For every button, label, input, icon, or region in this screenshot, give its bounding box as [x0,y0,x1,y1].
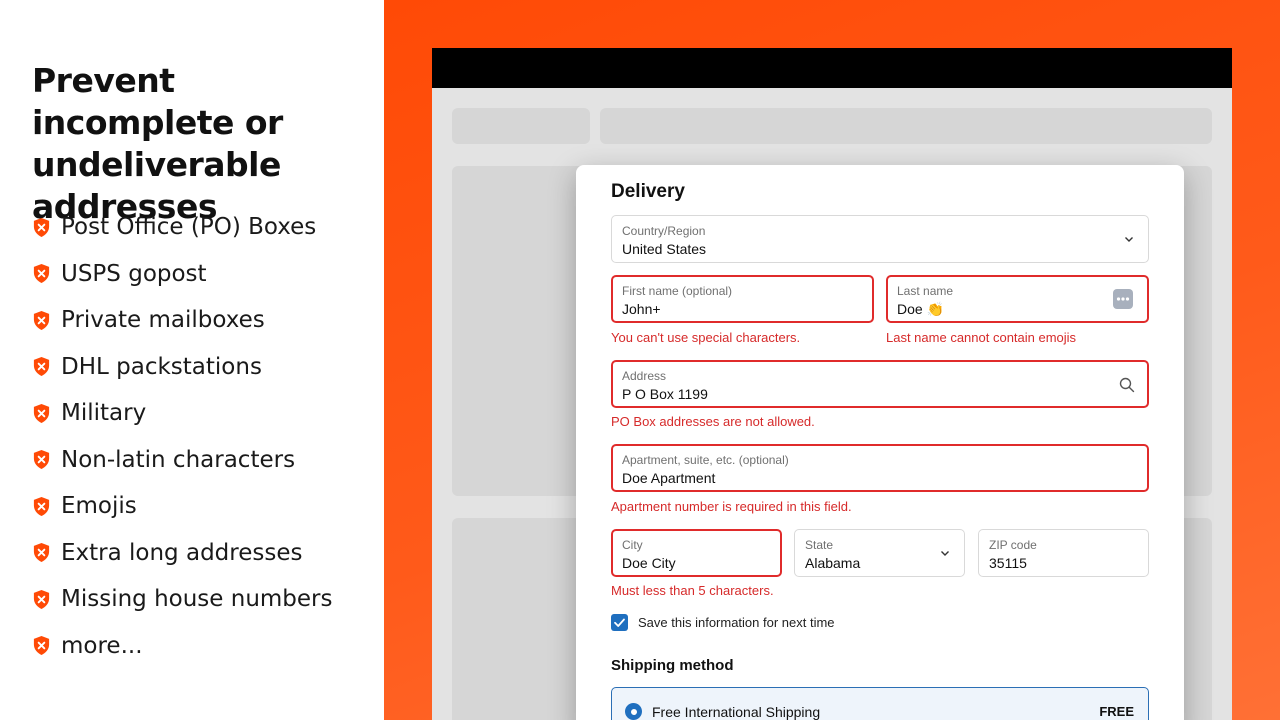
shield-x-icon [33,310,50,330]
shipping-option-name: Free International Shipping [652,704,821,720]
delivery-modal: Delivery Country/Region United States Fi… [576,165,1184,720]
feature-label: Missing house numbers [61,586,333,613]
first-name-value: John+ [622,301,661,317]
feature-item: Non-latin characters [32,437,333,484]
feature-item: DHL packstations [32,344,333,391]
city-error: Must less than 5 characters. [611,583,774,598]
apartment-field[interactable]: Apartment, suite, etc. (optional) Doe Ap… [611,444,1149,492]
feature-label: Military [61,400,147,427]
state-select[interactable]: State Alabama [794,529,965,577]
feature-label: USPS gopost [61,260,207,287]
feature-item: Emojis [32,483,333,530]
shield-x-icon [33,217,50,237]
feature-item: Private mailboxes [32,297,333,344]
first-name-field[interactable]: First name (optional) John+ [611,275,874,323]
feature-label: Emojis [61,493,137,520]
feature-label: DHL packstations [61,353,262,380]
feature-label: Non-latin characters [61,446,296,473]
shipping-method-title: Shipping method [611,657,734,674]
address-field[interactable]: Address P O Box 1199 [611,360,1149,408]
shield-x-icon [33,264,50,284]
feature-label: more... [61,632,143,659]
right-panel: Delivery Country/Region United States Fi… [384,0,1280,720]
country-label: Country/Region [622,224,706,238]
delivery-title: Delivery [611,181,685,202]
zip-field[interactable]: ZIP code 35115 [978,529,1149,577]
search-icon[interactable] [1119,377,1135,393]
address-error: PO Box addresses are not allowed. [611,414,815,429]
state-value: Alabama [805,555,861,571]
shield-x-icon [33,543,50,563]
apartment-value: Doe Apartment [622,470,716,486]
country-value: United States [622,241,707,257]
apartment-label: Apartment, suite, etc. (optional) [622,453,789,467]
country-select[interactable]: Country/Region United States [611,215,1149,263]
address-value: P O Box 1199 [622,386,708,402]
state-label: State [805,538,834,552]
feature-item: Missing house numbers [32,576,333,623]
shipping-option-price: FREE [1099,704,1134,719]
feature-label: Extra long addresses [61,539,303,566]
feature-label: Private mailboxes [61,307,265,334]
last-name-field[interactable]: Last name Doe 👏 [886,275,1149,323]
first-name-error: You can't use special characters. [611,330,801,345]
zip-label: ZIP code [989,538,1037,552]
headline: Prevent incomplete or undeliverable addr… [32,61,283,226]
city-label: City [622,538,643,552]
last-name-label: Last name [897,284,954,298]
last-name-error: Last name cannot contain emojis [886,330,1077,345]
zip-value: 35115 [989,555,1027,571]
placeholder-block [600,108,1212,144]
feature-label: Post Office (PO) Boxes [61,214,317,241]
city-field[interactable]: City Doe City [611,529,782,577]
placeholder-block [452,108,590,144]
browser-window: Delivery Country/Region United States Fi… [432,48,1232,720]
address-label: Address [622,369,667,383]
feature-item: more... [32,623,333,670]
save-info-label: Save this information for next time [638,615,835,630]
feature-item: Extra long addresses [32,530,333,577]
feature-list: Post Office (PO) Boxes USPS gopost Priva… [32,204,333,669]
browser-toolbar [432,48,1232,88]
last-name-value: Doe 👏 [897,301,945,317]
feature-item: USPS gopost [32,251,333,298]
shipping-option[interactable]: Free International Shipping FREE [611,687,1149,720]
chevron-down-icon [1125,237,1133,242]
feature-item: Post Office (PO) Boxes [32,204,333,251]
shield-x-icon [33,357,50,377]
feature-item: Military [32,390,333,437]
chevron-down-icon [941,551,949,556]
checkmark-icon [614,618,625,627]
city-value: Doe City [622,555,676,571]
left-panel: Prevent incomplete or undeliverable addr… [0,0,384,720]
save-info-checkbox[interactable] [611,614,628,631]
apartment-error: Apartment number is required in this fie… [611,499,852,514]
shipping-radio[interactable] [625,703,642,720]
more-dots-icon[interactable] [1113,289,1133,309]
first-name-label: First name (optional) [622,284,733,298]
shield-x-icon [33,636,50,656]
shield-x-icon [33,403,50,423]
shield-x-icon [33,589,50,609]
shield-x-icon [33,450,50,470]
shield-x-icon [33,496,50,516]
